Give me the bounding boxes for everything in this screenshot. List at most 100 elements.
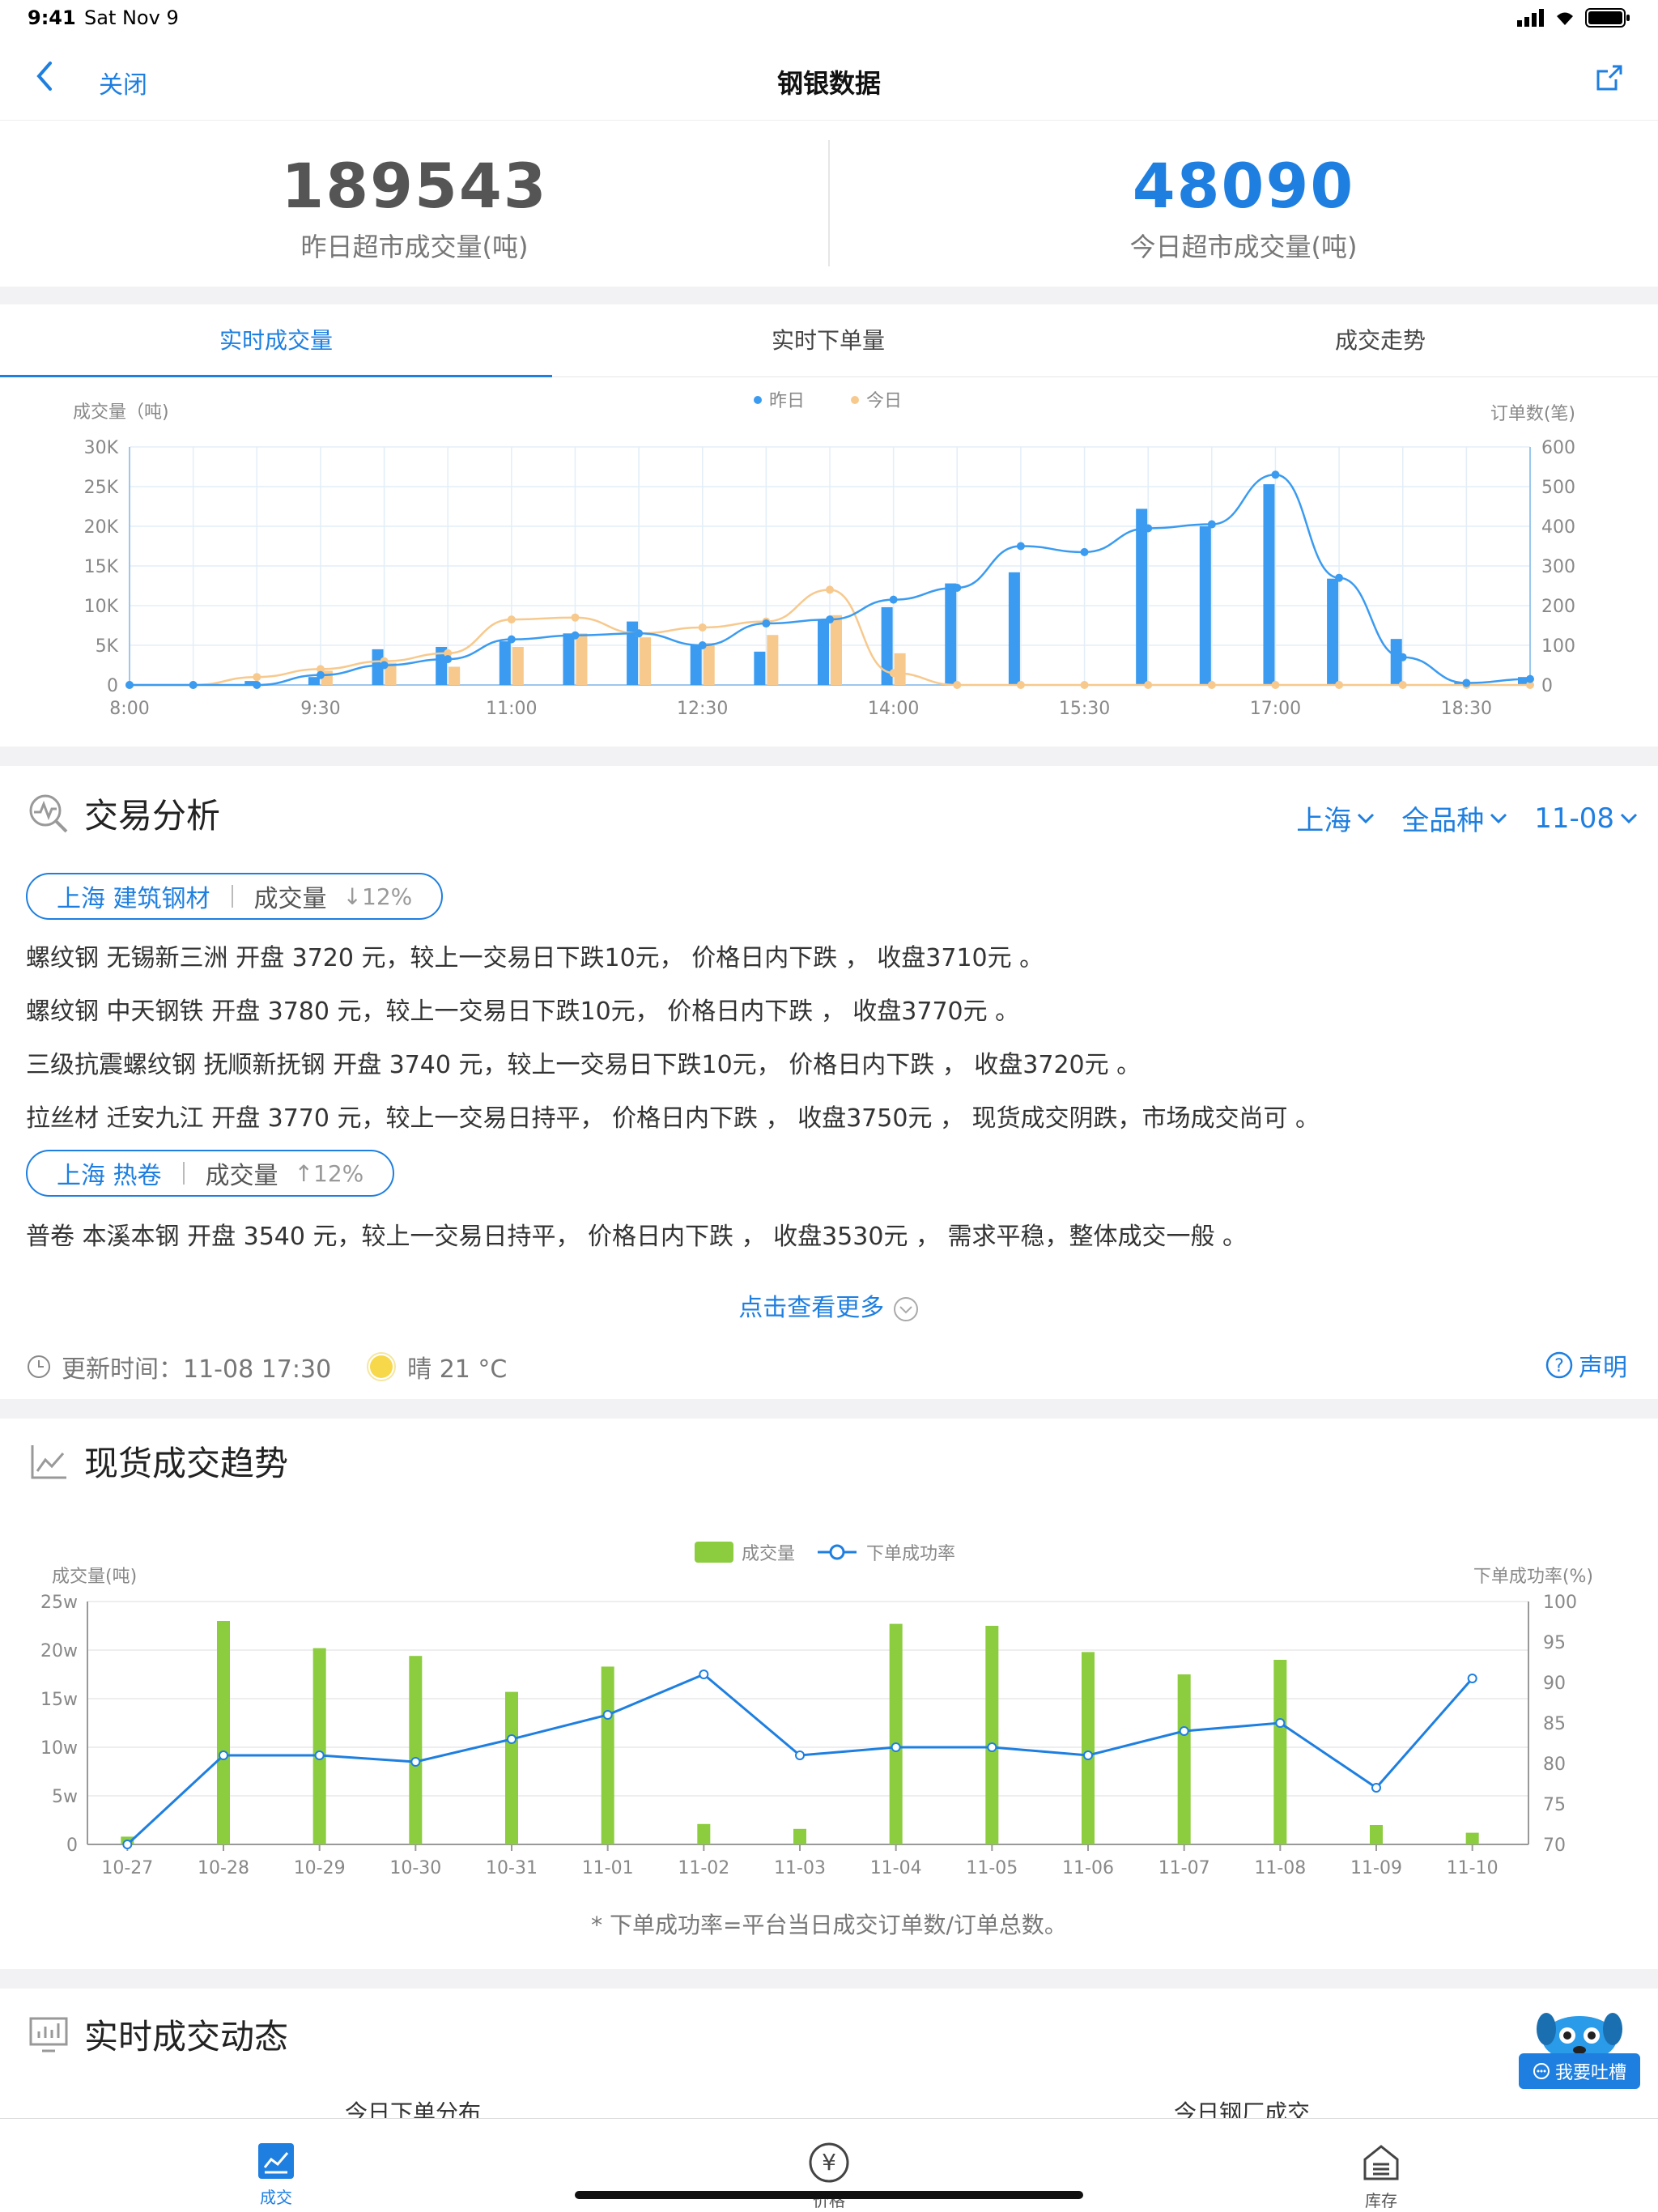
update-time: 更新时间：11-08 17:30 bbox=[62, 1355, 332, 1384]
y-right-tick: 80 bbox=[1543, 1755, 1566, 1775]
wifi-icon bbox=[1557, 12, 1573, 25]
trend-header: 现货成交趋势 bbox=[26, 1436, 288, 1486]
point-today bbox=[507, 615, 516, 624]
summary-panel: 189543 昨日超市成交量(吨) 48090 今日超市成交量(吨) bbox=[0, 120, 1658, 287]
share-icon[interactable] bbox=[1593, 62, 1626, 94]
point-yesterday bbox=[125, 681, 134, 689]
x-tick: 18:30 bbox=[1441, 699, 1492, 719]
y-right-tick: 200 bbox=[1541, 597, 1575, 617]
legend-rate: 下单成功率 bbox=[866, 1544, 955, 1564]
chart-square-icon bbox=[258, 2143, 294, 2179]
feedback-widget[interactable]: 我要吐槽 bbox=[1519, 2005, 1640, 2094]
y-right-tick: 95 bbox=[1543, 1633, 1566, 1653]
filter-category-label: 全品种 bbox=[1401, 805, 1485, 837]
y-right-label: 下单成功率(%) bbox=[1473, 1567, 1593, 1587]
y-right-tick: 0 bbox=[1541, 676, 1553, 696]
y-left-tick: 10w bbox=[40, 1738, 78, 1759]
statement-button[interactable]: ? 声明 bbox=[1545, 1347, 1627, 1383]
realtime-volume-chart: 0 5K 10K 15K 20K 25K 30K 0 100 200 300 400 500 600 8:0… bbox=[73, 391, 1575, 719]
x-tick: 10-31 bbox=[486, 1858, 538, 1878]
bar-today bbox=[640, 637, 652, 685]
point-success-rate bbox=[699, 1670, 709, 1679]
trend-panel: 现货成交趋势 0 5w 10w 15w 20w 25w 70 75 80 85 90 95 100 10-… bbox=[0, 1419, 1658, 1969]
tab-realtime-volume[interactable]: 实时成交量 bbox=[0, 304, 552, 378]
bar-volume bbox=[409, 1656, 423, 1844]
point-today bbox=[1080, 681, 1089, 689]
feedback-button[interactable]: 我要吐槽 bbox=[1519, 2053, 1640, 2089]
filter-date[interactable]: 11-08 bbox=[1534, 798, 1639, 838]
x-tick: 11-10 bbox=[1447, 1858, 1499, 1878]
tab-trend[interactable]: 成交走势 bbox=[1104, 304, 1656, 377]
point-success-rate bbox=[602, 1710, 613, 1720]
signal-icon bbox=[1517, 9, 1544, 27]
pill-separator bbox=[182, 1162, 185, 1185]
x-tick: 11-05 bbox=[966, 1858, 1018, 1878]
bar-volume bbox=[601, 1666, 614, 1844]
feedback-label: 我要吐槽 bbox=[1554, 2063, 1626, 2083]
y-left-tick: 0 bbox=[107, 676, 118, 696]
point-success-rate bbox=[410, 1757, 421, 1767]
yesterday-volume-label: 昨日超市成交量(吨) bbox=[300, 232, 529, 262]
filter-category[interactable]: 全品种 bbox=[1401, 798, 1508, 838]
tab-bar-deals[interactable]: 成交 bbox=[211, 2142, 341, 2208]
chat-bubble-icon bbox=[1533, 2063, 1550, 2079]
x-tick: 11-09 bbox=[1350, 1858, 1402, 1878]
point-success-rate bbox=[795, 1750, 805, 1760]
y-right-tick: 300 bbox=[1541, 557, 1575, 577]
y-right-tick: 70 bbox=[1543, 1836, 1566, 1856]
point-success-rate bbox=[1179, 1726, 1189, 1736]
point-yesterday bbox=[889, 595, 898, 604]
group-name: 上海 热卷 bbox=[57, 1162, 162, 1190]
sun-icon bbox=[367, 1352, 397, 1381]
bar-volume bbox=[1370, 1825, 1383, 1844]
bar-today bbox=[894, 653, 906, 685]
point-yesterday bbox=[571, 631, 580, 640]
point-yesterday bbox=[253, 681, 261, 689]
point-yesterday bbox=[1207, 520, 1216, 529]
point-success-rate bbox=[507, 1734, 517, 1744]
page-title: 钢银数据 bbox=[776, 68, 881, 99]
point-yesterday bbox=[507, 635, 516, 644]
update-info: 更新时间：11-08 17:30 晴 21 °C bbox=[26, 1349, 507, 1385]
legend-marker-volume bbox=[695, 1542, 733, 1563]
point-yesterday bbox=[1080, 547, 1089, 556]
status-bar: 9:41 Sat Nov 9 bbox=[0, 0, 1658, 40]
dynamics-title: 实时成交动态 bbox=[84, 2017, 289, 2057]
y-right-tick: 500 bbox=[1541, 478, 1575, 498]
bar-volume bbox=[1465, 1832, 1479, 1844]
point-yesterday bbox=[1016, 542, 1025, 551]
x-tick: 11-03 bbox=[774, 1858, 826, 1878]
bar-yesterday bbox=[1136, 508, 1148, 685]
filter-region[interactable]: 上海 bbox=[1296, 798, 1375, 838]
point-today bbox=[953, 681, 962, 689]
x-tick: 14:00 bbox=[868, 699, 919, 719]
legend-today: 今日 bbox=[866, 391, 902, 411]
y-left-tick: 20w bbox=[40, 1641, 78, 1661]
point-yesterday bbox=[316, 670, 325, 679]
tab-realtime-orders[interactable]: 实时下单量 bbox=[552, 304, 1104, 377]
point-success-rate bbox=[122, 1840, 133, 1849]
tab-bar-price[interactable]: ¥ 价格 bbox=[764, 2142, 894, 2211]
dynamics-panel: 实时成交动态 今日下单分布 今日钢厂成交 bbox=[0, 1989, 1658, 2126]
bar-yesterday bbox=[818, 619, 829, 685]
x-tick: 11:00 bbox=[486, 699, 537, 719]
point-today bbox=[1016, 681, 1025, 689]
group-pill-hot-coil[interactable]: 上海 热卷 成交量 ↑12% bbox=[26, 1150, 395, 1197]
y-right-tick: 600 bbox=[1541, 438, 1575, 458]
bar-yesterday bbox=[1327, 578, 1339, 685]
point-today bbox=[1144, 681, 1153, 689]
analysis-line: 螺纹钢 中天钢铁 开盘 3780 元，较上一交易日下跌10元， 价格日内下跌 ，… bbox=[26, 998, 1020, 1026]
point-today bbox=[1271, 681, 1280, 689]
bar-yesterday bbox=[499, 641, 511, 685]
dynamics-header: 实时成交动态 bbox=[26, 2010, 288, 2059]
x-tick: 10-27 bbox=[101, 1858, 153, 1878]
point-yesterday bbox=[698, 641, 707, 649]
view-more-link[interactable]: 点击查看更多 bbox=[0, 1287, 1658, 1323]
legend-marker-yesterday bbox=[754, 396, 762, 404]
point-yesterday bbox=[635, 629, 644, 638]
group-pill-construction[interactable]: 上海 建筑钢材 成交量 ↓12% bbox=[26, 873, 444, 920]
chart-tabs: 实时成交量 实时下单量 成交走势 bbox=[0, 304, 1658, 378]
point-today bbox=[889, 669, 898, 678]
tab-bar-inventory[interactable]: 库存 bbox=[1316, 2142, 1446, 2211]
realtime-chart-panel: 0 5K 10K 15K 20K 25K 30K 0 100 200 300 400 500 600 8:0… bbox=[0, 377, 1658, 747]
